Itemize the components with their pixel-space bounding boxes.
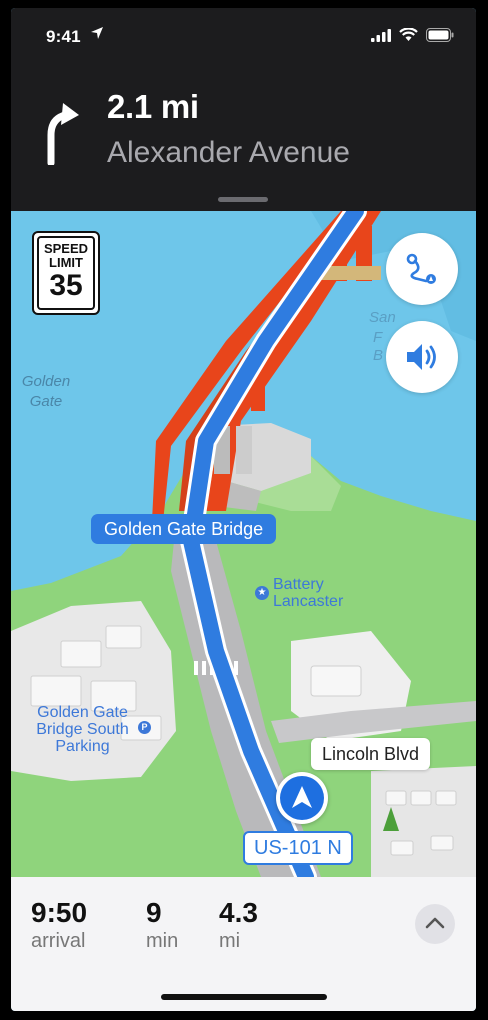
status-bar: 9:41 — [11, 8, 476, 52]
speed-limit-line2: LIMIT — [49, 255, 83, 270]
poi-battery-lancaster[interactable]: ★ Battery Lancaster — [255, 576, 343, 610]
distance-value: 4.3 — [219, 897, 258, 928]
area-label-san: San — [369, 309, 396, 326]
location-arrow-icon — [91, 27, 103, 39]
arrival-label: arrival — [31, 930, 86, 952]
turn-left-arrow-icon — [47, 103, 79, 165]
wifi-icon — [399, 28, 418, 41]
time-value: 9 — [146, 897, 162, 928]
status-icons — [371, 28, 454, 42]
chevron-up-icon — [425, 917, 445, 929]
poi-battery-line2: Lancaster — [273, 593, 344, 610]
poi-parking-line1: Golden Gate — [37, 704, 128, 721]
status-time: 9:41 — [46, 27, 81, 46]
speed-limit-line1: SPEED — [43, 241, 89, 256]
area-label-f: F — [373, 329, 383, 346]
expand-button[interactable] — [415, 904, 455, 944]
speaker-icon — [407, 344, 436, 370]
speed-limit-value: 35 — [49, 269, 83, 302]
bridge-callout[interactable]: Golden Gate Bridge — [91, 514, 277, 551]
navigation-arrow-icon — [292, 786, 312, 808]
parking-icon: P — [138, 721, 151, 734]
time-stat: 9 min — [146, 897, 178, 953]
road-callout[interactable]: Lincoln Blvd — [311, 738, 431, 770]
star-icon: ★ — [255, 586, 269, 600]
device-frame: 9:41 2.1 mi Alexander Avenue SPEED LIMIT… — [0, 0, 488, 1020]
maneuver-street: Alexander Avenue — [107, 136, 350, 169]
speed-limit-sign: SPEED LIMIT 35 — [32, 231, 100, 315]
trip-sheet[interactable]: 9:50 arrival 9 min 4.3 mi — [11, 877, 476, 1011]
battery-icon — [426, 28, 454, 42]
cellular-signal-icon — [371, 28, 391, 42]
time-label: min — [146, 930, 179, 952]
water-label: Golden Gate — [16, 372, 76, 412]
header-grabber[interactable] — [218, 197, 268, 202]
audio-button[interactable] — [386, 321, 458, 393]
home-indicator[interactable] — [161, 994, 327, 1000]
arrival-value: 9:50 — [31, 897, 88, 928]
water-label-line1: Golden — [21, 373, 71, 390]
distance-label: mi — [219, 930, 241, 952]
distance-stat: 4.3 mi — [219, 897, 258, 953]
maneuver-distance: 2.1 mi — [107, 88, 199, 125]
area-label-b: B — [373, 347, 384, 364]
guidance-header[interactable]: 9:41 2.1 mi Alexander Avenue — [11, 8, 476, 211]
route-overview-icon — [406, 253, 436, 284]
water-label-line2: Gate — [29, 393, 63, 410]
poi-parking-line2: Bridge South — [36, 721, 129, 738]
route-overview-button[interactable] — [386, 233, 458, 305]
poi-parking[interactable]: Golden Gate Bridge South Parking P — [20, 704, 151, 755]
route-shield: US-101 N — [243, 831, 353, 865]
poi-parking-line3: Parking — [55, 738, 110, 755]
current-location-puck — [276, 772, 328, 824]
arrival-stat: 9:50 arrival — [31, 897, 87, 953]
screen: 9:41 2.1 mi Alexander Avenue SPEED LIMIT… — [11, 8, 476, 1011]
poi-battery-line1: Battery — [273, 576, 324, 593]
